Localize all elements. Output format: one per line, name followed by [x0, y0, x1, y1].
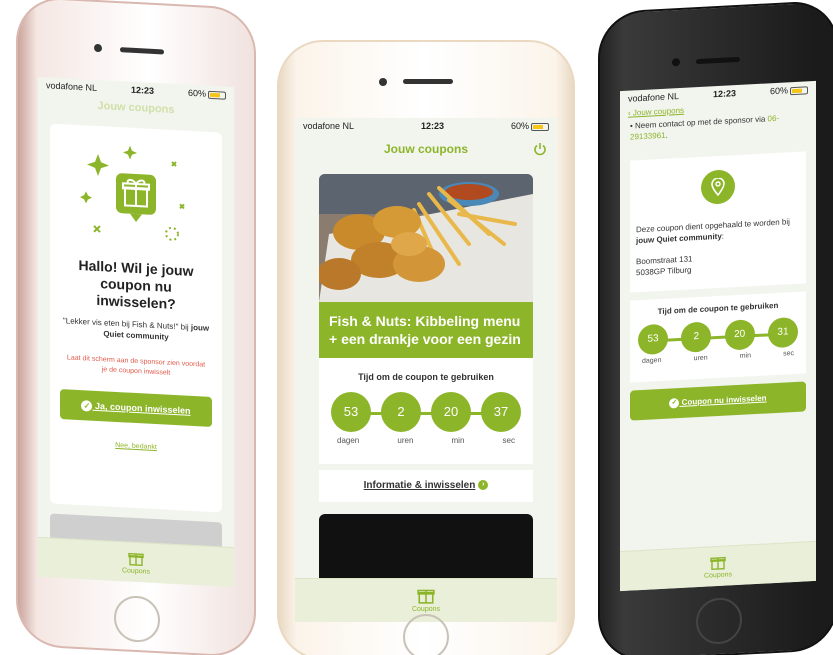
countdown-hours: 2	[681, 321, 712, 353]
unit-hours: uren	[693, 354, 708, 363]
dialog-message: "Lekker vis eten bij Fish & Nuts!" bij j…	[62, 315, 210, 345]
decline-link[interactable]: Nee, bedankt	[50, 438, 222, 454]
unit-hours: uren	[397, 436, 414, 445]
status-bar: vodafone NL 12:23 60%	[620, 81, 816, 107]
unit-days: dagen	[642, 356, 662, 365]
battery-icon	[208, 90, 226, 100]
gift-celebration-icon	[80, 145, 185, 241]
countdown-seconds: 31	[767, 316, 798, 349]
countdown-days: 53	[331, 392, 371, 432]
pickup-card: Deze coupon dient opgehaald te worden bi…	[630, 151, 806, 293]
screen-coupon-detail: vodafone NL 12:23 60% ‹ Jouw coupons • N…	[620, 80, 816, 592]
front-camera	[672, 57, 680, 67]
back-label: Jouw coupons	[632, 105, 685, 118]
arrow-right-icon: ›	[478, 480, 489, 491]
pickup-text: Deze coupon dient opgehaald te worden bi…	[636, 217, 790, 246]
check-icon: ✓	[669, 397, 680, 409]
countdown-label: Tijd om de coupon te gebruiken	[657, 300, 779, 317]
confirm-label: Ja, coupon inwisselen	[94, 400, 191, 416]
countdown-card: Tijd om de coupon te gebruiken 53 2 20 3…	[319, 358, 533, 464]
tab-coupons-label[interactable]: Coupons	[412, 606, 440, 613]
showcase: vodafone NL 12:23 60% Jouw coupons Hallo…	[0, 0, 833, 655]
location-pin-icon	[701, 169, 735, 205]
speaker	[696, 56, 740, 65]
countdown-circles: 53 2 20 37	[331, 392, 521, 432]
unit-minutes: min	[451, 436, 465, 445]
tab-coupons-label[interactable]: Coupons	[704, 571, 732, 579]
nav-title-text: Jouw coupons	[384, 142, 468, 156]
battery-level: 60%	[187, 87, 206, 99]
redeem-label: Coupon nu inwisselen	[681, 393, 767, 407]
countdown-label: Tijd om de coupon te gebruiken	[358, 372, 494, 382]
sponsor-warning: Laat dit scherm aan de sponsor zien voor…	[66, 354, 206, 377]
food-image	[319, 174, 533, 302]
speaker	[403, 79, 453, 84]
battery-icon	[531, 122, 549, 131]
check-icon: ✓	[81, 400, 93, 412]
battery-status: 60%	[511, 121, 549, 131]
redeem-now-button[interactable]: ✓ Coupon nu inwisselen	[630, 381, 806, 421]
clock: 12:23	[713, 88, 737, 100]
gift-icon[interactable]	[128, 550, 144, 567]
confirm-redeem-button[interactable]: ✓ Ja, coupon inwisselen	[60, 389, 212, 427]
coupon-title[interactable]: Fish & Nuts: Kibbeling menu + een drankj…	[319, 302, 533, 358]
message-text: "Lekker vis eten bij Fish & Nuts!" bij	[62, 316, 191, 332]
phone-center: vodafone NL 12:23 60% Jouw coupons Fish …	[277, 40, 575, 655]
battery-status: 60%	[770, 84, 808, 96]
countdown-days: 53	[638, 323, 668, 356]
logout-icon[interactable]	[533, 142, 547, 156]
gift-icon[interactable]	[710, 554, 726, 571]
contact-text: Neem contact op met de sponsor via	[635, 114, 768, 131]
unit-days: dagen	[337, 436, 360, 445]
phone-left: vodafone NL 12:23 60% Jouw coupons Hallo…	[16, 0, 256, 655]
home-button[interactable]	[114, 594, 160, 644]
tab-coupons-label[interactable]: Coupons	[122, 567, 150, 575]
countdown-circles: 53 2 20 31	[638, 316, 798, 356]
phone-right: vodafone NL 12:23 60% ‹ Jouw coupons • N…	[598, 0, 833, 655]
unit-seconds: sec	[502, 436, 515, 445]
clock: 12:23	[421, 121, 445, 131]
countdown-minutes: 20	[724, 319, 755, 351]
carrier: vodafone NL	[46, 80, 98, 93]
countdown-seconds: 37	[481, 392, 521, 432]
screen-redeem-modal: vodafone NL 12:23 60% Jouw coupons Hallo…	[38, 76, 234, 588]
tab-bar: Coupons	[620, 540, 816, 592]
info-redeem-link[interactable]: Informatie & inwisselen ›	[319, 470, 533, 502]
nav-title: Jouw coupons	[295, 134, 557, 164]
pickup-community: jouw Quiet community	[636, 231, 722, 246]
battery-icon	[790, 85, 808, 95]
battery-level: 60%	[769, 85, 788, 97]
carrier: vodafone NL	[628, 91, 680, 104]
countdown-line	[648, 332, 788, 343]
home-button[interactable]	[696, 596, 742, 646]
front-camera	[94, 43, 102, 53]
status-bar: vodafone NL 12:23 60%	[295, 118, 557, 134]
speaker	[120, 47, 164, 55]
unit-seconds: sec	[783, 350, 794, 358]
countdown-card: Tijd om de coupon te gebruiken 53 2 20 3…	[630, 291, 806, 383]
countdown-minutes: 20	[431, 392, 471, 432]
redeem-dialog: Hallo! Wil je jouw coupon nu inwisselen?…	[50, 123, 222, 513]
front-camera	[379, 78, 387, 86]
battery-status: 60%	[188, 88, 226, 100]
carrier: vodafone NL	[303, 121, 355, 131]
countdown-hours: 2	[381, 392, 421, 432]
info-link-label: Informatie & inwisselen	[363, 480, 476, 491]
clock: 12:23	[131, 84, 155, 96]
unit-minutes: min	[739, 352, 751, 360]
back-link[interactable]: ‹ Jouw coupons	[628, 106, 684, 118]
screen-coupon-list: vodafone NL 12:23 60% Jouw coupons Fish …	[295, 118, 557, 622]
gift-icon[interactable]	[417, 586, 435, 604]
battery-level: 60%	[510, 121, 529, 131]
countdown-units: dagen uren min sec	[337, 436, 515, 445]
home-button[interactable]	[403, 614, 449, 655]
coupon-photo[interactable]	[319, 174, 533, 302]
